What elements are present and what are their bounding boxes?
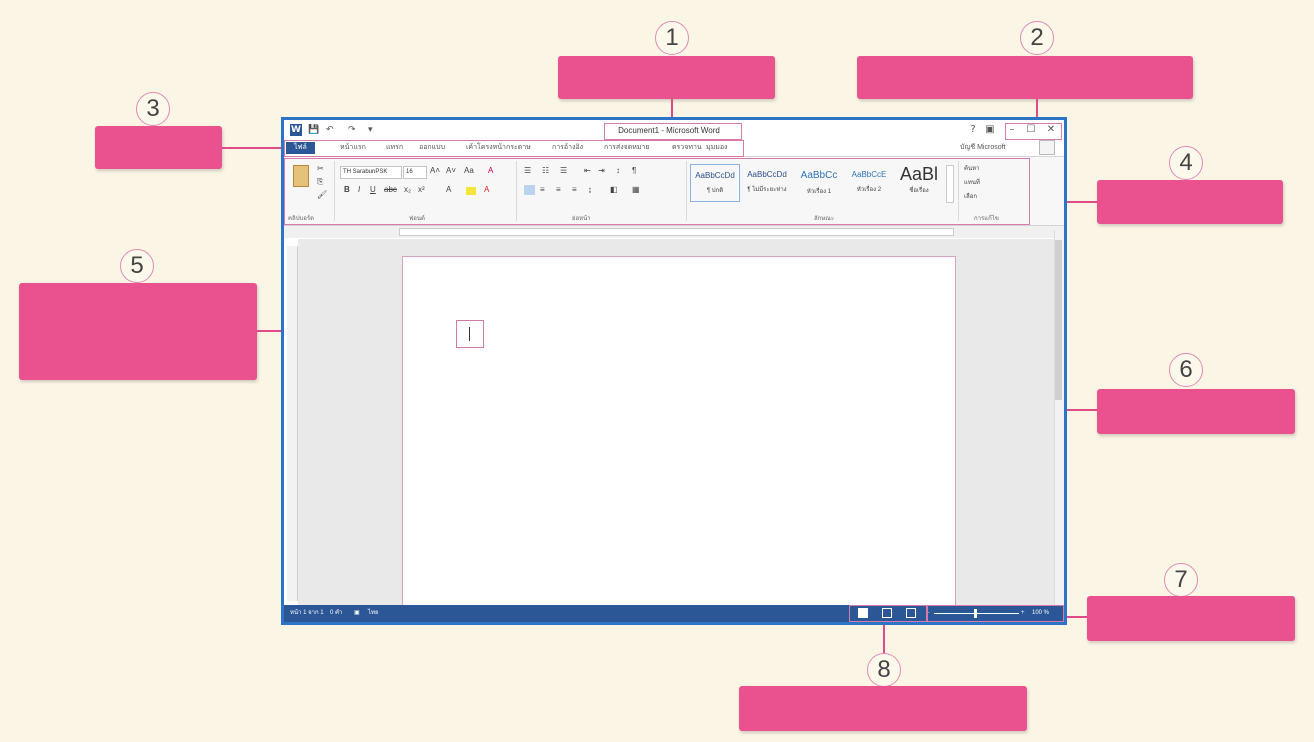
insertion-cursor (469, 327, 470, 341)
undo-icon[interactable]: ↶ (326, 124, 338, 136)
connector-line-3 (222, 147, 284, 149)
answer-box-5 (19, 283, 257, 380)
answer-box-4 (1097, 180, 1283, 224)
page-count[interactable]: หน้า 1 จาก 1 (290, 608, 324, 619)
ruler-row (284, 226, 1064, 238)
answer-box-1 (558, 56, 775, 99)
vertical-ruler (287, 246, 298, 601)
connector-line-7 (1066, 616, 1087, 618)
ribbon-display-icon[interactable]: ▣ (984, 123, 996, 137)
document-page[interactable] (402, 256, 956, 611)
help-icon[interactable]: ? (967, 123, 979, 137)
insertion-cursor-frame (456, 320, 484, 348)
word-window: W 💾 ↶ ↷ ▾ Document1 - Microsoft Word ? ▣… (281, 117, 1067, 625)
callout-number-4: 4 (1169, 146, 1203, 180)
customize-qat-icon[interactable]: ▾ (368, 124, 378, 136)
ribbon-highlight-frame (284, 158, 1030, 225)
answer-box-3 (95, 126, 222, 169)
callout-number-5: 5 (120, 249, 154, 283)
zoom-highlight-frame (927, 605, 1064, 622)
title-highlight-frame (604, 123, 742, 140)
save-icon[interactable]: 💾 (308, 124, 320, 136)
horizontal-ruler[interactable] (399, 228, 954, 236)
callout-number-3: 3 (136, 92, 170, 126)
connector-line-8 (883, 622, 885, 653)
word-logo-icon: W (290, 124, 302, 136)
account-link[interactable]: บัญชี Microsoft (960, 142, 1006, 154)
tabs-highlight-frame (284, 140, 744, 157)
redo-icon[interactable]: ↷ (348, 124, 360, 136)
view-buttons-highlight-frame (849, 605, 927, 622)
word-count[interactable]: 0 คำ (330, 608, 342, 619)
answer-box-8 (739, 686, 1027, 731)
answer-box-2 (857, 56, 1193, 99)
callout-number-1: 1 (655, 21, 689, 55)
language-indicator[interactable]: ไทย (368, 608, 379, 619)
answer-box-7 (1087, 596, 1295, 641)
scroll-thumb[interactable] (1055, 240, 1062, 400)
callout-number-8: 8 (867, 653, 901, 687)
user-avatar[interactable] (1039, 140, 1055, 155)
window-controls-highlight-frame (1005, 123, 1062, 140)
callout-number-6: 6 (1169, 353, 1203, 387)
callout-number-7: 7 (1164, 563, 1198, 597)
proofing-icon[interactable]: ▣ (354, 608, 360, 619)
callout-number-2: 2 (1020, 21, 1054, 55)
answer-box-6 (1097, 389, 1295, 434)
